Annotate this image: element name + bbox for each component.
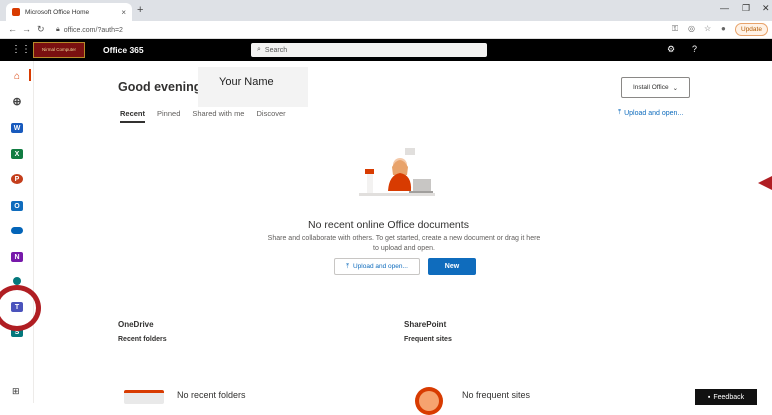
tab-shared[interactable]: Shared with me	[192, 109, 244, 123]
install-office-button[interactable]: Install Office ⌄	[621, 77, 690, 98]
onenote-icon[interactable]: N	[11, 252, 23, 262]
onedrive-icon[interactable]	[11, 227, 23, 234]
maximize-button[interactable]: ❐	[742, 3, 750, 14]
org-logo[interactable]: Nirmal Computer	[33, 42, 85, 58]
upload-button-label: Upload and open...	[352, 263, 408, 270]
sharepoint-title[interactable]: SharePoint	[404, 320, 446, 329]
office-favicon-icon	[12, 8, 20, 16]
no-frequent-sites-text: No frequent sites	[462, 390, 531, 400]
tab-pinned[interactable]: Pinned	[157, 109, 180, 123]
word-icon[interactable]: W	[11, 123, 23, 133]
tab-close-icon[interactable]: ×	[121, 8, 126, 17]
active-indicator	[29, 69, 31, 81]
lock-icon: 🔒︎	[56, 26, 60, 33]
folder-illustration	[124, 390, 164, 404]
star-icon[interactable]: ☆	[704, 24, 711, 33]
empty-desc-line-1: Share and collaborate with others. To ge…	[267, 235, 541, 242]
sites-illustration	[415, 387, 443, 415]
upload-icon: ⤒	[346, 262, 349, 270]
tab-discover[interactable]: Discover	[256, 109, 285, 123]
account-sync-icon[interactable]: ◎	[688, 24, 695, 33]
address-bar: ← → ↻ 🔒︎ office.com/?auth=2 ⚿ ◎ ☆ ● Upda…	[0, 21, 772, 39]
greeting-text: Good evening,	[118, 80, 205, 94]
feedback-label: Feedback	[713, 393, 745, 401]
no-recent-folders-text: No recent folders	[177, 390, 246, 400]
search-box[interactable]: ⌕ Search	[251, 43, 487, 57]
annotation-arrow	[758, 176, 772, 190]
empty-state-description: Share and collaborate with others. To ge…	[258, 234, 550, 254]
excel-icon[interactable]: X	[11, 149, 23, 159]
minimize-button[interactable]: —	[720, 3, 729, 13]
recent-folders-label: Recent folders	[118, 336, 167, 343]
office-header: ⋮⋮⋮ Nirmal Computer Office 365 ⌕ Search …	[0, 39, 772, 61]
outlook-icon[interactable]: O	[11, 201, 23, 211]
empty-state-title: No recent online Office documents	[308, 219, 469, 231]
annotation-circle	[0, 285, 41, 331]
powerpoint-icon[interactable]: P	[11, 174, 23, 184]
browser-tab[interactable]: Microsoft Office Home ×	[6, 3, 132, 21]
all-apps-icon[interactable]: ⊞	[12, 386, 20, 397]
back-icon[interactable]: ←	[8, 24, 17, 34]
tab-recent[interactable]: Recent	[120, 109, 146, 123]
profile-icon[interactable]: ●	[721, 24, 726, 33]
tab-title: Microsoft Office Home	[25, 8, 90, 16]
frequent-sites-label: Frequent sites	[404, 336, 452, 343]
install-office-label: Install Office	[632, 84, 669, 91]
search-icon: ⌕	[257, 46, 261, 53]
create-icon[interactable]: ⊕	[11, 96, 23, 108]
upload-open-link[interactable]: ⤒ Upload and open...	[618, 109, 683, 117]
user-name: Your Name	[198, 67, 308, 107]
reload-icon[interactable]: ↻	[37, 24, 45, 35]
update-button[interactable]: Update	[735, 23, 768, 36]
search-placeholder: Search	[264, 46, 288, 54]
chevron-down-icon: ⌄	[672, 84, 679, 92]
help-button[interactable]: ?	[692, 44, 697, 54]
home-icon[interactable]: ⌂	[11, 71, 23, 82]
url-field[interactable]: 🔒︎ office.com/?auth=2	[56, 24, 646, 36]
url-text: office.com/?auth=2	[63, 26, 123, 34]
upload-link-label: Upload and open...	[624, 109, 684, 117]
new-button[interactable]: New	[428, 258, 476, 275]
upload-open-button[interactable]: ⤒ Upload and open...	[334, 258, 420, 275]
new-tab-button[interactable]: +	[137, 4, 143, 16]
onedrive-title[interactable]: OneDrive	[118, 320, 154, 329]
browser-tab-strip: Microsoft Office Home × + — ❐ ✕	[0, 0, 772, 21]
app-rail: ⌂ ⊕ W X P O N T S	[0, 61, 34, 403]
empty-state-illustration	[359, 148, 435, 196]
app-title[interactable]: Office 365	[103, 45, 144, 55]
empty-desc-line-2: to upload and open.	[373, 245, 435, 253]
close-window-button[interactable]: ✕	[762, 3, 770, 14]
sharepoint-icon[interactable]	[13, 277, 21, 285]
gear-icon[interactable]: ⚙	[667, 44, 675, 55]
forward-icon[interactable]: →	[22, 24, 31, 34]
document-tabs: Recent Pinned Shared with me Discover	[120, 109, 286, 123]
key-icon[interactable]: ⚿	[672, 24, 678, 34]
feedback-icon: ▪	[707, 393, 711, 401]
upload-icon: ⤒	[618, 109, 622, 116]
